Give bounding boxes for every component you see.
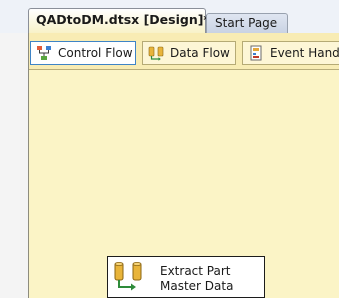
task-label-line-2: Master Data	[160, 279, 234, 293]
task-extract-part-master-data[interactable]: Extract Part Master Data	[107, 256, 265, 298]
tab-data-flow[interactable]: Data Flow	[142, 41, 236, 65]
data-flow-icon	[148, 46, 164, 61]
tab-qadtodm-design[interactable]: QADtoDM.dtsx [Design]*	[28, 8, 210, 33]
tab-event-handlers[interactable]: Event Hand	[242, 41, 339, 65]
control-flow-canvas[interactable]: Extract Part Master Data	[29, 70, 339, 298]
task-label-line-1: Extract Part	[160, 264, 231, 278]
tab-event-handlers-label: Event Hand	[270, 46, 339, 60]
data-flow-task-icon	[114, 262, 142, 291]
document-tab-strip: QADtoDM.dtsx [Design]* Start Page	[0, 0, 339, 33]
designer-tab-strip: Control Flow Data Flow Event Hand	[29, 33, 339, 70]
control-flow-icon	[37, 46, 51, 60]
task-label: Extract Part Master Data	[160, 264, 262, 294]
tab-start-page[interactable]: Start Page	[206, 13, 288, 33]
tab-control-flow[interactable]: Control Flow	[30, 41, 136, 65]
tab-control-flow-label: Control Flow	[58, 46, 133, 60]
event-handlers-icon	[250, 45, 262, 61]
tab-data-flow-label: Data Flow	[170, 46, 230, 60]
package-designer-window: Control Flow Data Flow Event Hand Extrac…	[28, 33, 339, 298]
